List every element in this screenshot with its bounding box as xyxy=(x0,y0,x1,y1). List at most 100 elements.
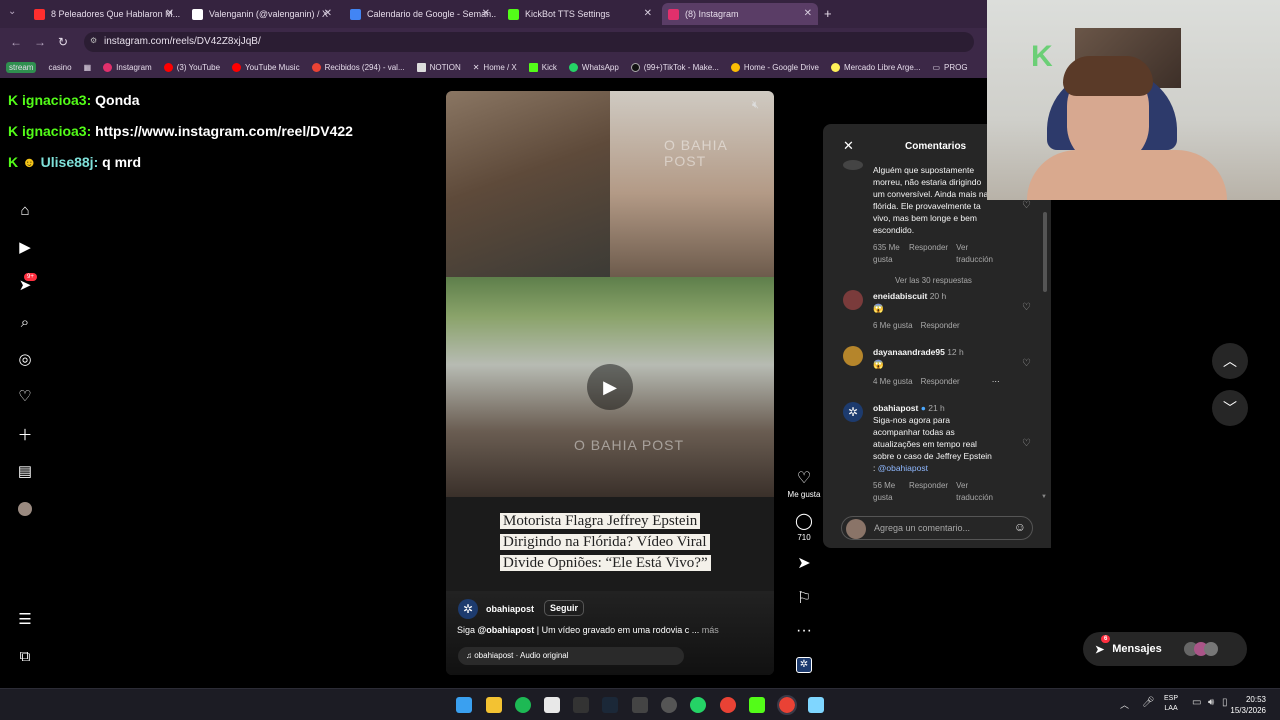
save-button[interactable]: ⚐ xyxy=(786,588,822,610)
bookmark-kick[interactable]: Kick xyxy=(523,62,563,72)
close-tab-icon[interactable]: ✕ xyxy=(644,8,652,19)
bookmark-folder-prog[interactable]: ▭ PROG xyxy=(926,63,973,72)
reply-button[interactable]: Responder xyxy=(921,320,960,332)
comment-like-icon[interactable]: ♡ xyxy=(1022,438,1031,449)
share-button[interactable]: ➤ xyxy=(786,553,822,575)
notepad-icon[interactable] xyxy=(808,697,824,713)
create-icon[interactable]: ＋ xyxy=(16,425,34,444)
spotify-icon[interactable] xyxy=(515,697,531,713)
account-avatar[interactable]: ✲ xyxy=(458,599,478,619)
dashboard-icon[interactable]: ▤ xyxy=(16,462,34,480)
avatar[interactable] xyxy=(16,500,34,518)
capture-icon[interactable] xyxy=(573,697,589,713)
more-link[interactable]: más xyxy=(702,625,719,635)
kick-icon[interactable] xyxy=(749,697,765,713)
tray-chevron-icon[interactable]: ︿ xyxy=(1120,698,1129,711)
bookmark-notion[interactable]: NOTION xyxy=(411,62,467,72)
url-field[interactable]: ⚙ instagram.com/reels/DV42Z8xjJqB/ xyxy=(84,32,974,52)
audio-thumbnail[interactable]: ✲ xyxy=(786,657,822,673)
heart-icon[interactable]: ♡ xyxy=(16,387,34,405)
volume-icon[interactable]: 🔊︎ xyxy=(1208,697,1214,708)
follow-button[interactable]: Seguir xyxy=(544,600,585,616)
reply-button[interactable]: Responder xyxy=(909,480,948,504)
previous-reel-button[interactable]: ︿ xyxy=(1212,343,1248,379)
close-icon[interactable]: ✕ xyxy=(843,138,854,154)
reply-button[interactable]: Responder xyxy=(921,376,960,388)
chrome-icon[interactable] xyxy=(720,697,736,713)
comment-input[interactable]: Agrega un comentario... ☺ xyxy=(841,516,1033,540)
comment-username[interactable]: dayanaandrade95 xyxy=(873,347,945,357)
comment-like-icon[interactable]: ♡ xyxy=(1022,302,1031,313)
chrome-active-icon[interactable] xyxy=(777,695,797,715)
tab-search-icon[interactable]: ⌄ xyxy=(8,6,16,17)
tab-valenganin[interactable]: Valenganin (@valenganin) / X ✕ xyxy=(186,3,338,25)
comment-button[interactable]: ◯ 710 xyxy=(786,511,822,542)
reload-icon[interactable]: ↻ xyxy=(58,35,68,49)
caption-mention[interactable]: @obahiapost xyxy=(478,625,535,635)
close-tab-icon[interactable]: ✕ xyxy=(804,8,812,19)
play-button[interactable]: ▶ xyxy=(587,364,633,410)
bookmark-youtube[interactable]: (3) YouTube xyxy=(158,62,226,72)
emoji-icon[interactable]: ☺ xyxy=(1014,520,1026,534)
app-icon[interactable] xyxy=(632,697,648,713)
messages-button[interactable]: ➤ 6 Mensajes xyxy=(1083,632,1247,666)
explore-icon[interactable]: ◎ xyxy=(16,350,34,368)
avatar[interactable] xyxy=(843,290,863,310)
translate-button[interactable]: Ver traducción xyxy=(956,480,993,504)
view-replies-button[interactable]: Ver las 30 respuestas xyxy=(873,275,993,287)
close-tab-icon[interactable]: ✕ xyxy=(166,8,174,19)
apps-grid-button[interactable]: ▦ xyxy=(78,63,98,72)
language-indicator[interactable]: ESP LAA xyxy=(1164,694,1178,714)
reply-button[interactable]: Responder xyxy=(909,242,948,266)
scrollbar-thumb[interactable] xyxy=(1043,212,1047,292)
comment-like-icon[interactable]: ♡ xyxy=(1022,200,1031,211)
next-reel-button[interactable]: ﹀ xyxy=(1212,390,1248,426)
home-icon[interactable]: ⌂ xyxy=(16,201,34,219)
steam-icon[interactable] xyxy=(602,697,618,713)
like-button[interactable]: ♡ Me gusta xyxy=(786,468,822,499)
comment-mention[interactable]: @obahiapost xyxy=(878,463,928,473)
microphone-icon[interactable]: 🎤︎ xyxy=(1142,697,1155,708)
translate-button[interactable]: Ver traducción xyxy=(956,242,993,266)
bookmark-gmail[interactable]: Recibidos (294) - val... xyxy=(306,62,411,72)
bookmark-whatsapp[interactable]: WhatsApp xyxy=(563,62,625,72)
audio-pill[interactable]: ♫ obahiapost · Audio original xyxy=(458,647,684,665)
bookmark-x-home[interactable]: ✕ Home / X xyxy=(467,63,523,72)
close-tab-icon[interactable]: ✕ xyxy=(482,8,490,19)
avatar[interactable] xyxy=(843,160,863,170)
tab-kickbot[interactable]: KickBot TTS Settings ✕ xyxy=(502,3,658,25)
new-tab-button[interactable]: + xyxy=(824,6,832,21)
bookmark-google-drive[interactable]: Home - Google Drive xyxy=(725,62,825,72)
tab-instagram[interactable]: (8) Instagram ✕ xyxy=(662,3,818,25)
network-icon[interactable]: ▭ xyxy=(1192,697,1201,708)
comment-username[interactable]: obahiapost xyxy=(873,403,918,413)
bookmark-tiktok[interactable]: (99+)TikTok - Make... xyxy=(625,62,725,72)
whatsapp-icon[interactable] xyxy=(690,697,706,713)
forward-icon[interactable]: → xyxy=(34,35,46,49)
comment-username[interactable]: eneidabiscuit xyxy=(873,291,927,301)
reels-icon[interactable]: ▶ xyxy=(16,238,34,256)
close-tab-icon[interactable]: ✕ xyxy=(324,8,332,19)
back-icon[interactable]: ← xyxy=(10,35,22,49)
search-icon[interactable]: ⌕ xyxy=(16,313,34,331)
tab-calendario[interactable]: Calendario de Google - Seman... ✕ xyxy=(344,3,496,25)
avatar[interactable] xyxy=(843,346,863,366)
bookmark-youtube-music[interactable]: YouTube Music xyxy=(226,62,306,72)
scroll-down-icon[interactable]: ▼ xyxy=(1041,494,1047,500)
clock[interactable]: 20:53 15/3/2026 xyxy=(1230,694,1266,716)
also-from-meta-icon[interactable]: ⧉ xyxy=(16,647,34,665)
bookmark-instagram[interactable]: Instagram xyxy=(97,62,158,72)
more-options-button[interactable]: ··· xyxy=(786,622,822,642)
file-explorer-icon[interactable] xyxy=(486,697,502,713)
obs-icon[interactable] xyxy=(661,697,677,713)
bookmark-casino[interactable]: casino xyxy=(42,63,77,72)
avatar[interactable]: ✲ xyxy=(843,402,863,422)
windows-start-icon[interactable] xyxy=(456,697,472,713)
reel-video[interactable]: O BAHIA POST 🔇︎ O BAHIA POST ▶ Motorista… xyxy=(446,91,774,675)
comment-more-button[interactable]: ··· xyxy=(992,376,1000,388)
bookmark-mercado-libre[interactable]: Mercado Libre Arge... xyxy=(825,62,926,72)
account-name[interactable]: obahiapost xyxy=(486,604,534,614)
site-info-icon[interactable]: ⚙ xyxy=(90,36,97,45)
mute-icon[interactable]: 🔇︎ xyxy=(752,99,759,112)
tab-peleadores[interactable]: 8 Peleadores Que Hablaron M... ✕ xyxy=(28,3,180,25)
